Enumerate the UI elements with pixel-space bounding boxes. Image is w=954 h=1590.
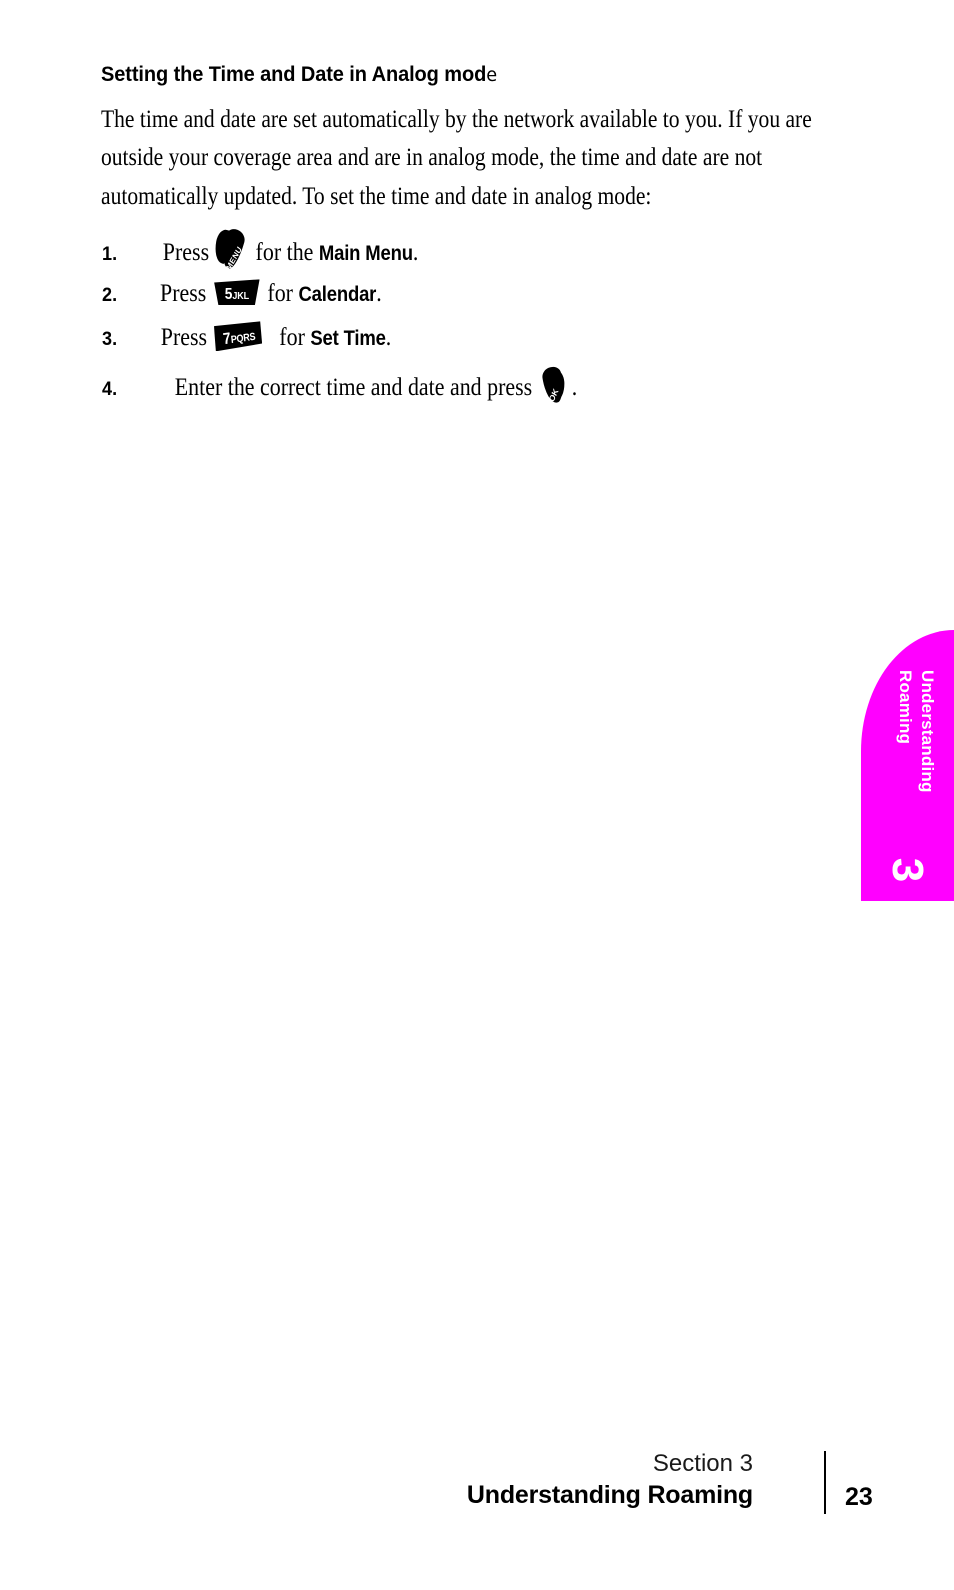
step-emphasis: Set Time [310, 326, 386, 351]
footer-chapter-title: Understanding Roaming [466, 1481, 753, 1509]
key-5-digit: 5 [224, 286, 233, 304]
step-text-after: . [385, 322, 392, 352]
step-number: 2. [102, 285, 118, 307]
step-text-after: . [412, 237, 419, 267]
step-text-middle: for [267, 278, 293, 308]
manual-page: Setting the Time and Date in Analog mode… [0, 0, 954, 1590]
step-text-middle: for the [255, 237, 314, 267]
list-item: 1. Press MENU for the Main Menu. [101, 220, 823, 273]
step-text-before: Press [160, 278, 207, 308]
menu-key-icon: MENU [217, 226, 250, 272]
section-tab: Understanding Roaming 3 [861, 630, 954, 901]
step-number: 3. [102, 329, 118, 351]
page-content: Setting the Time and Date in Analog mode… [101, 62, 823, 409]
step-text-before: Press [160, 322, 208, 352]
key-7-letters: PQRS [230, 331, 256, 347]
steps-list: 1. Press MENU for the Main Menu. 2. Pres… [101, 220, 823, 408]
page-title-trailing-glyph: e [486, 64, 497, 86]
intro-paragraph: The time and date are set automatically … [101, 103, 812, 210]
step-number: 4. [102, 379, 118, 401]
key-5-letters: JKL [232, 290, 249, 303]
step-text-middle: for [279, 322, 305, 352]
list-item: 4. Enter the correct time and date and p… [101, 359, 823, 408]
footer-text-block: Section 3 Understanding Roaming [467, 1448, 753, 1512]
section-tab-title: Understanding Roaming [861, 652, 954, 832]
step-emphasis: Calendar [298, 282, 377, 307]
step-body: Press 7PQRS for Set Time. [161, 315, 391, 357]
step-text-after: . [376, 278, 382, 308]
step-body: Enter the correct time and date and pres… [175, 359, 577, 405]
list-item: 3. Press 7PQRS for Set Time. [101, 315, 823, 358]
list-item: 2. Press 5JKL for Calendar. [101, 274, 823, 314]
ok-key-label: OK [546, 387, 560, 404]
step-body: Press 5JKL for Calendar. [160, 274, 382, 313]
step-emphasis: Main Menu [318, 241, 413, 266]
page-title: Setting the Time and Date in Analog mode [101, 62, 772, 87]
section-tab-line-1: Understanding [918, 670, 937, 793]
page-footer: Section 3 Understanding Roaming 23 [430, 1448, 890, 1528]
page-number: 23 [845, 1483, 873, 1511]
footer-section-label: Section 3 [652, 1450, 753, 1477]
section-tab-line-2: Roaming [896, 670, 915, 745]
key-5-label: 5JKL [213, 282, 260, 306]
key-7-label: 7PQRS [215, 322, 264, 351]
step-text-before: Press [162, 237, 210, 267]
page-title-text: Setting the Time and Date in Analog mod [101, 62, 487, 86]
ok-key-icon: OK [539, 365, 568, 405]
section-tab-number: 3 [861, 847, 954, 893]
step-body: Press MENU for the Main Menu. [162, 220, 419, 272]
key-5-jkl-icon: 5JKL [213, 279, 260, 306]
step-text-before: Enter the correct time and date and pres… [174, 372, 533, 402]
key-7-pqrs-icon: 7PQRS [213, 321, 264, 352]
footer-divider [824, 1451, 826, 1514]
step-number: 1. [102, 244, 118, 266]
section-tab-number-text: 3 [883, 857, 933, 883]
